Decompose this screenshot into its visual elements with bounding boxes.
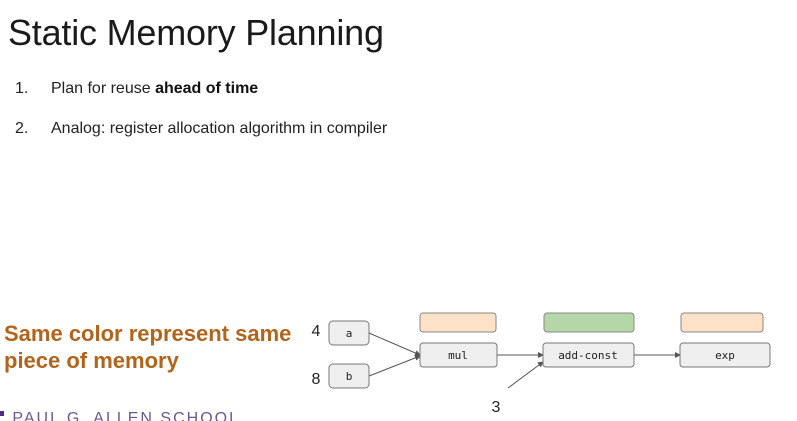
input-value-const: 3 [492, 399, 501, 416]
computation-graph: a b mul add-const exp 4 8 3 [312, 312, 771, 416]
input-value-b: 8 [312, 371, 321, 388]
edge-const-add-const [507, 361, 544, 389]
school-logo: PAUL G. ALLEN SCHOOL [0, 411, 240, 421]
memory-block-mul [419, 312, 497, 333]
node-add-const-label: add-const [558, 349, 618, 362]
school-name: PAUL G. ALLEN SCHOOL [12, 411, 240, 421]
edge-a-mul [368, 332, 421, 356]
edge-b-mul [368, 355, 421, 377]
node-b-label: b [346, 370, 353, 383]
node-exp-label: exp [715, 349, 735, 362]
input-value-a: 4 [312, 323, 321, 340]
memory-block-add-const [543, 312, 635, 333]
logo-mark [0, 411, 5, 416]
node-mul-label: mul [448, 349, 468, 362]
node-a-label: a [346, 327, 353, 340]
memory-block-exp [680, 312, 764, 333]
